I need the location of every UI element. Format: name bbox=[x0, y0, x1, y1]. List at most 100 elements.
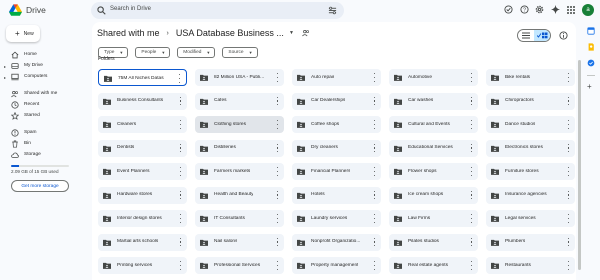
folder-card[interactable]: Ice cream shops bbox=[389, 186, 478, 204]
sidebar-item-starred[interactable]: Starred bbox=[0, 111, 85, 121]
more-actions-icon[interactable] bbox=[276, 96, 279, 106]
folder-card[interactable]: 82 Million USA - Publi... bbox=[195, 69, 284, 86]
more-actions-icon[interactable] bbox=[567, 143, 570, 153]
folder-card[interactable]: Educational Services bbox=[389, 139, 478, 157]
more-actions-icon[interactable] bbox=[179, 143, 182, 153]
more-actions-icon[interactable] bbox=[373, 261, 376, 270]
folder-card[interactable]: Martial arts schools bbox=[98, 233, 187, 251]
sidebar-item-spam[interactable]: Spam bbox=[0, 128, 85, 138]
breadcrumb-root[interactable]: Shared with me bbox=[97, 28, 160, 38]
folder-card[interactable]: Hotels bbox=[292, 186, 381, 204]
folder-card[interactable]: Printing services bbox=[98, 257, 187, 274]
more-actions-icon[interactable] bbox=[470, 73, 473, 82]
more-actions-icon[interactable] bbox=[373, 73, 376, 82]
sidebar-item-my-drive[interactable]: ▸ My Drive bbox=[0, 61, 85, 71]
folder-card[interactable]: 75M All Niches Datas bbox=[98, 69, 187, 86]
more-actions-icon[interactable] bbox=[373, 167, 376, 176]
folder-card[interactable]: IT Consultants bbox=[195, 210, 284, 227]
more-actions-icon[interactable] bbox=[373, 190, 376, 200]
more-actions-icon[interactable] bbox=[470, 167, 473, 176]
more-actions-icon[interactable] bbox=[179, 120, 182, 129]
more-actions-icon[interactable] bbox=[179, 261, 182, 270]
search-icon[interactable] bbox=[97, 6, 106, 15]
folder-card[interactable]: Bike rentals bbox=[486, 69, 575, 86]
caret-down-icon[interactable]: ▼ bbox=[289, 30, 294, 36]
calendar-icon[interactable] bbox=[587, 27, 595, 35]
folder-card[interactable]: Health and Beauty bbox=[195, 186, 284, 204]
filter-modified[interactable]: Modified ▼ bbox=[177, 47, 216, 58]
expand-arrow-icon[interactable]: ▸ bbox=[4, 64, 6, 69]
new-button[interactable]: + New bbox=[6, 25, 40, 42]
more-actions-icon[interactable] bbox=[276, 167, 279, 176]
more-actions-icon[interactable] bbox=[567, 261, 570, 270]
folder-card[interactable]: Interior design stores bbox=[98, 210, 187, 227]
search-options-icon[interactable] bbox=[328, 6, 337, 15]
sidebar-item-storage[interactable]: Storage bbox=[0, 150, 85, 160]
more-actions-icon[interactable] bbox=[178, 74, 181, 83]
more-actions-icon[interactable] bbox=[567, 120, 570, 129]
more-actions-icon[interactable] bbox=[276, 214, 279, 223]
folder-card[interactable]: Plumbers bbox=[486, 233, 575, 251]
app-name[interactable]: Drive bbox=[26, 5, 46, 15]
more-actions-icon[interactable] bbox=[567, 167, 570, 176]
info-icon[interactable] bbox=[559, 31, 568, 40]
more-actions-icon[interactable] bbox=[373, 214, 376, 223]
folder-card[interactable]: Cleaners bbox=[98, 116, 187, 133]
help-icon[interactable]: ? bbox=[520, 5, 529, 14]
more-actions-icon[interactable] bbox=[179, 167, 182, 176]
folder-card[interactable]: Electronics stores bbox=[486, 139, 575, 157]
more-actions-icon[interactable] bbox=[470, 214, 473, 223]
more-actions-icon[interactable] bbox=[276, 190, 279, 200]
folder-card[interactable]: Dry cleaners bbox=[292, 139, 381, 157]
more-actions-icon[interactable] bbox=[179, 190, 182, 200]
folder-card[interactable]: Distilleries bbox=[195, 139, 284, 157]
sidebar-item-recent[interactable]: Recent bbox=[0, 100, 85, 110]
more-actions-icon[interactable] bbox=[373, 120, 376, 129]
get-more-storage-button[interactable]: Get more storage bbox=[11, 180, 69, 192]
add-addon-icon[interactable]: + bbox=[587, 83, 592, 91]
folder-card[interactable]: Pilates studios bbox=[389, 233, 478, 251]
filter-people[interactable]: People ▼ bbox=[135, 47, 171, 58]
gemini-sparkle-icon[interactable] bbox=[551, 5, 560, 14]
folder-card[interactable]: Event Planners bbox=[98, 163, 187, 180]
folder-card[interactable]: Car washes bbox=[389, 92, 478, 110]
more-actions-icon[interactable] bbox=[373, 96, 376, 106]
folder-card[interactable]: Flower shops bbox=[389, 163, 478, 180]
view-toggle[interactable] bbox=[517, 29, 551, 42]
grid-view-button[interactable] bbox=[534, 30, 550, 41]
more-actions-icon[interactable] bbox=[373, 143, 376, 153]
folder-card[interactable]: Insurance agencies bbox=[486, 186, 575, 204]
folder-card[interactable]: Car Dealerships bbox=[292, 92, 381, 110]
offline-status-icon[interactable] bbox=[504, 5, 513, 14]
more-actions-icon[interactable] bbox=[567, 190, 570, 200]
folder-card[interactable]: Cafes bbox=[195, 92, 284, 110]
folder-card[interactable]: Automotive bbox=[389, 69, 478, 86]
folder-card[interactable]: Real estate agents bbox=[389, 257, 478, 274]
folder-card[interactable]: Furniture stores bbox=[486, 163, 575, 180]
folder-card[interactable]: Cultural and Events bbox=[389, 116, 478, 133]
list-view-button[interactable] bbox=[518, 30, 534, 41]
folder-card[interactable]: Coffee shops bbox=[292, 116, 381, 133]
folder-card[interactable]: Financial Planners bbox=[292, 163, 381, 180]
sidebar-item-bin[interactable]: Bin bbox=[0, 139, 85, 149]
folder-card[interactable]: Clothing stores bbox=[195, 116, 284, 133]
sidebar-item-computers[interactable]: ▸ Computers bbox=[0, 72, 85, 82]
more-actions-icon[interactable] bbox=[470, 261, 473, 270]
keep-icon[interactable] bbox=[587, 43, 595, 51]
more-actions-icon[interactable] bbox=[470, 120, 473, 129]
google-apps-icon[interactable] bbox=[567, 6, 575, 14]
folder-card[interactable]: Dance studios bbox=[486, 116, 575, 133]
more-actions-icon[interactable] bbox=[470, 143, 473, 153]
search-input[interactable]: Search in Drive bbox=[110, 6, 151, 12]
more-actions-icon[interactable] bbox=[179, 237, 182, 247]
more-actions-icon[interactable] bbox=[567, 237, 570, 247]
folder-card[interactable]: Chiropractors bbox=[486, 92, 575, 110]
more-actions-icon[interactable] bbox=[276, 143, 279, 153]
more-actions-icon[interactable] bbox=[179, 96, 182, 106]
folder-card[interactable]: Business Consultants bbox=[98, 92, 187, 110]
scrollbar[interactable] bbox=[578, 60, 581, 270]
more-actions-icon[interactable] bbox=[373, 237, 376, 247]
tasks-icon[interactable] bbox=[587, 59, 595, 67]
more-actions-icon[interactable] bbox=[567, 214, 570, 223]
search-bar[interactable]: Search in Drive bbox=[91, 2, 344, 19]
